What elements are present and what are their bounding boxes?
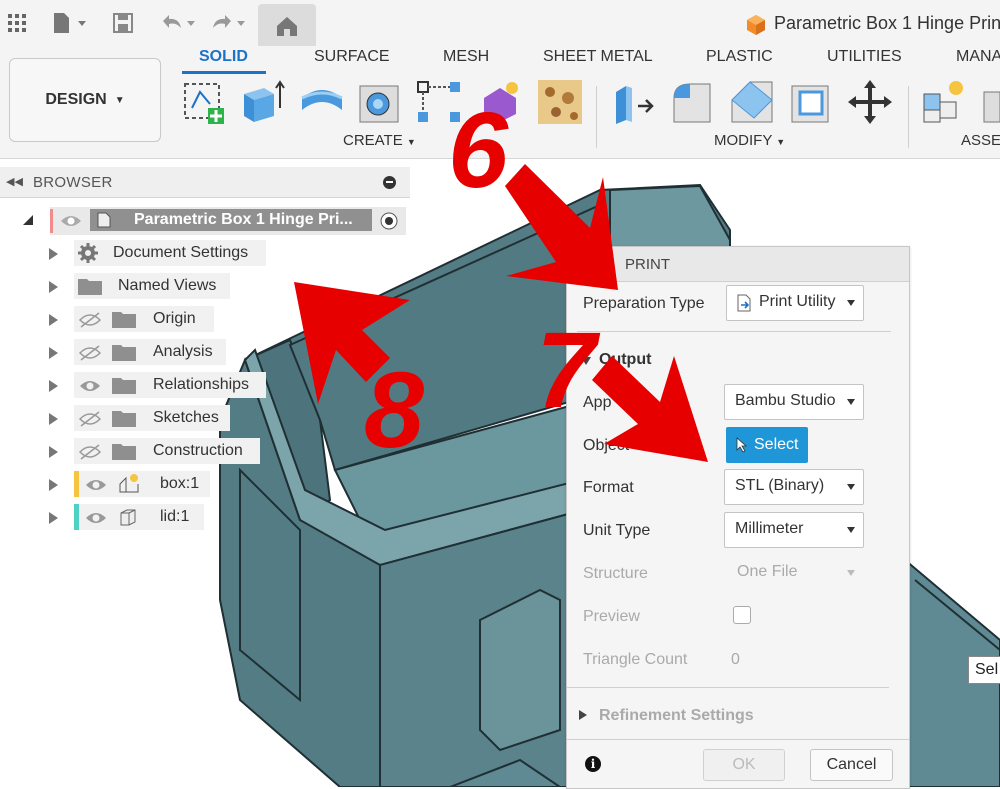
arrow-step-6 (505, 164, 618, 290)
annotation-step-7: 7 (536, 309, 597, 430)
arrow-step-7 (592, 356, 708, 462)
annotation-step-8: 8 (364, 349, 425, 470)
annotation-step-6: 6 (448, 89, 509, 210)
